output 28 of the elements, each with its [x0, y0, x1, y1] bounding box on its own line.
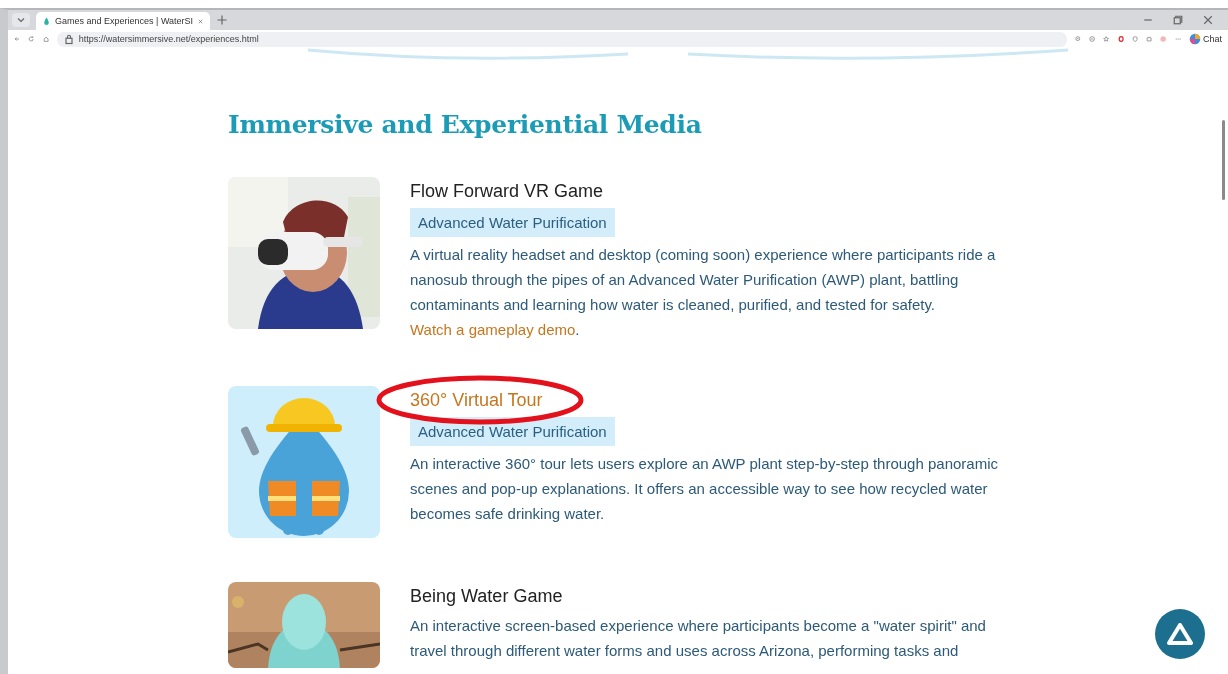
avatar-icon[interactable] [1160, 33, 1167, 45]
close-icon[interactable] [197, 17, 205, 25]
browser-tab[interactable]: Games and Experiences | WaterSI [36, 12, 211, 30]
address-bar[interactable]: https://watersimmersive.net/experiences.html [56, 31, 1067, 47]
ring-icon[interactable] [1117, 33, 1124, 45]
restore-icon[interactable] [1172, 14, 1184, 26]
tab-title: Games and Experiences | WaterSI [55, 16, 194, 26]
chat-button[interactable]: Chat [1188, 33, 1222, 45]
new-tab-icon[interactable] [216, 14, 229, 26]
item-title-link[interactable]: 360° Virtual Tour [410, 388, 543, 412]
back-to-top-button[interactable] [1155, 609, 1205, 659]
reload-icon[interactable] [28, 33, 35, 45]
scrollbar-thumb[interactable] [1221, 120, 1225, 200]
item-description: An interactive screen-based experience where participants become a "water spirit" and travel through different water forms and uses across Arizona, performing tasks and [410, 616, 987, 661]
item-description: An interactive 360° tour lets users explore an AWP plant step-by-step through panoramic scenes and pop-up explanations. It offers an accessible way to see how recycled water becomes safe drinking water. [410, 454, 999, 524]
star-icon[interactable] [1103, 33, 1110, 45]
url-text: https://watersimmersive.net/experiences.html [78, 34, 259, 44]
lock-icon [62, 33, 75, 45]
item-title: Being Water Game [410, 585, 563, 608]
circle-minus-icon[interactable] [1089, 33, 1096, 45]
close-icon[interactable] [1202, 14, 1214, 26]
drop-icon [42, 16, 51, 26]
item-description: A virtual reality headset and desktop (coming soon) experience where participants ride a nanosub through the pipes of an Advanced Water Purification (AWP) plant, battling contaminants and learning how water is cleaned, purified, and tested for safety. Watch a gameplay demo. [410, 245, 997, 340]
item-title: Flow Forward VR Game [410, 180, 604, 203]
section-heading: Immersive and Experiential Media [228, 110, 703, 139]
category-tag: Advanced Water Purification [410, 208, 615, 237]
tab-list-button[interactable] [12, 13, 30, 27]
triangle-up-icon [1167, 623, 1193, 645]
